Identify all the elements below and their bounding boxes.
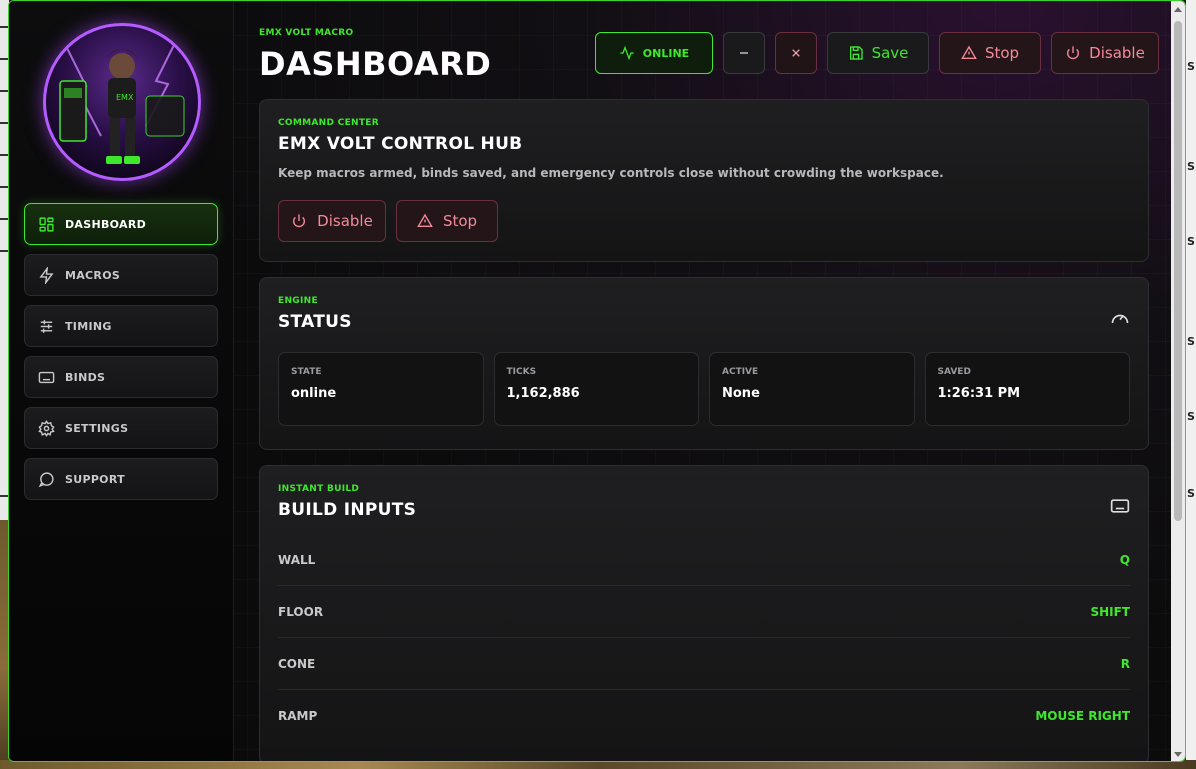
command-stop-label: Stop <box>442 212 478 230</box>
stat-value: None <box>722 386 760 401</box>
stat-label: SAVED <box>937 367 971 377</box>
sidebar-item-label: BINDS <box>65 370 106 384</box>
command-center-actions: Disable Stop <box>278 200 1130 242</box>
bind-name: CONE <box>278 656 316 671</box>
warning-icon <box>417 213 433 227</box>
background-desktop-right: SSS SSS <box>1186 0 1196 769</box>
minimize-icon <box>740 52 748 54</box>
stat-value: 1:26:31 PM <box>937 386 1021 401</box>
close-icon <box>792 49 800 57</box>
stop-button[interactable]: Stop <box>939 32 1041 74</box>
scrollbar-thumb[interactable] <box>1174 21 1182 521</box>
main-content: EMX VOLT MACRO DASHBOARD ONLINE Save Sto… <box>259 1 1159 761</box>
grid-icon <box>39 216 54 232</box>
build-eyebrow: INSTANT BUILD <box>278 484 360 494</box>
sidebar-item-label: MACROS <box>65 268 121 282</box>
sidebar-item-binds[interactable]: BINDS <box>24 356 218 398</box>
bind-key: MOUSE RIGHT <box>1035 709 1130 723</box>
status-label: ONLINE <box>642 46 690 60</box>
sidebar-item-label: SETTINGS <box>65 421 129 435</box>
vertical-scrollbar[interactable] <box>1171 1 1185 761</box>
sidebar-item-label: DASHBOARD <box>65 217 147 231</box>
gear-icon <box>38 419 55 437</box>
sidebar-item-support[interactable]: SUPPORT <box>24 458 218 500</box>
save-label: Save <box>871 44 909 62</box>
build-inputs-card: INSTANT BUILD BUILD INPUTS WALL Q FLOOR … <box>259 465 1149 761</box>
power-icon <box>293 214 306 228</box>
command-disable-button[interactable]: Disable <box>278 200 386 242</box>
bind-key: Q <box>1119 552 1130 567</box>
bind-row-floor[interactable]: FLOOR SHIFT <box>278 586 1130 638</box>
stat-value: online <box>291 386 337 401</box>
toolbar: ONLINE Save Stop Disable <box>595 32 1159 74</box>
sidebar-item-dashboard[interactable]: DASHBOARD <box>24 203 218 245</box>
avatar: EMX <box>43 23 201 181</box>
stat-state: STATE online <box>278 352 484 426</box>
power-icon <box>1067 46 1080 60</box>
command-center-title: EMX VOLT CONTROL HUB <box>278 134 523 154</box>
stat-saved: SAVED 1:26:31 PM <box>924 352 1130 426</box>
sidebar-item-label: TIMING <box>65 319 112 333</box>
engine-title: STATUS <box>278 312 352 332</box>
bind-key: R <box>1120 656 1130 671</box>
stat-label: ACTIVE <box>722 367 759 377</box>
warning-icon <box>961 45 977 59</box>
command-center-card: COMMAND CENTER EMX VOLT CONTROL HUB Keep… <box>259 99 1149 262</box>
save-button[interactable]: Save <box>827 32 929 74</box>
sidebar: EMX DASHBOARD MACROS TIMING BINDS SETTIN… <box>9 1 234 761</box>
bind-row-ramp[interactable]: RAMP MOUSE RIGHT <box>278 690 1130 742</box>
gauge-icon <box>1111 314 1129 324</box>
bind-name: FLOOR <box>278 604 324 619</box>
sliders-icon <box>40 319 53 333</box>
sidebar-item-timing[interactable]: TIMING <box>24 305 218 347</box>
activity-icon <box>620 45 634 61</box>
status-online-button[interactable]: ONLINE <box>595 32 713 74</box>
sidebar-item-label: SUPPORT <box>65 472 125 486</box>
disable-label: Disable <box>1089 44 1145 62</box>
bind-row-wall[interactable]: WALL Q <box>278 534 1130 586</box>
disable-button[interactable]: Disable <box>1051 32 1159 74</box>
svg-text:EMX: EMX <box>116 93 134 102</box>
app-window: EMX DASHBOARD MACROS TIMING BINDS SETTIN… <box>8 0 1186 762</box>
build-title: BUILD INPUTS <box>278 500 417 520</box>
bolt-icon <box>39 266 54 284</box>
close-button[interactable] <box>775 32 817 74</box>
bind-key: SHIFT <box>1090 604 1130 619</box>
command-center-description: Keep macros armed, binds saved, and emer… <box>278 166 944 180</box>
build-binds-list: WALL Q FLOOR SHIFT CONE R RAMP MOUSE RIG… <box>278 534 1130 742</box>
sidebar-item-macros[interactable]: MACROS <box>24 254 218 296</box>
stop-label: Stop <box>984 44 1020 62</box>
engine-eyebrow: ENGINE <box>278 296 318 306</box>
keyboard-icon <box>1110 499 1130 513</box>
minimize-button[interactable] <box>723 32 765 74</box>
chat-icon <box>38 471 54 487</box>
scroll-up-icon[interactable] <box>1174 7 1182 12</box>
bind-name: RAMP <box>278 709 318 723</box>
keyboard-icon <box>38 371 55 383</box>
page-title: DASHBOARD <box>259 45 492 83</box>
command-center-eyebrow: COMMAND CENTER <box>278 118 379 128</box>
stat-active: ACTIVE None <box>709 352 915 426</box>
app-subtitle: EMX VOLT MACRO <box>259 28 354 38</box>
stat-label: STATE <box>291 367 322 377</box>
stats-grid: STATE online TICKS 1,162,886 ACTIVE None… <box>278 352 1130 426</box>
stat-value: 1,162,886 <box>506 386 580 401</box>
command-disable-label: Disable <box>317 212 373 230</box>
engine-status-card: ENGINE STATUS STATE online TICKS 1,162,8… <box>259 277 1149 450</box>
stat-label: TICKS <box>506 367 537 377</box>
sidebar-item-settings[interactable]: SETTINGS <box>24 407 218 449</box>
stat-ticks: TICKS 1,162,886 <box>493 352 699 426</box>
sidebar-nav: DASHBOARD MACROS TIMING BINDS SETTINGS S… <box>24 203 218 509</box>
bind-name: WALL <box>278 552 316 567</box>
scroll-down-icon[interactable] <box>1174 752 1182 757</box>
command-stop-button[interactable]: Stop <box>396 200 498 242</box>
save-icon <box>849 46 863 60</box>
bind-row-cone[interactable]: CONE R <box>278 638 1130 690</box>
